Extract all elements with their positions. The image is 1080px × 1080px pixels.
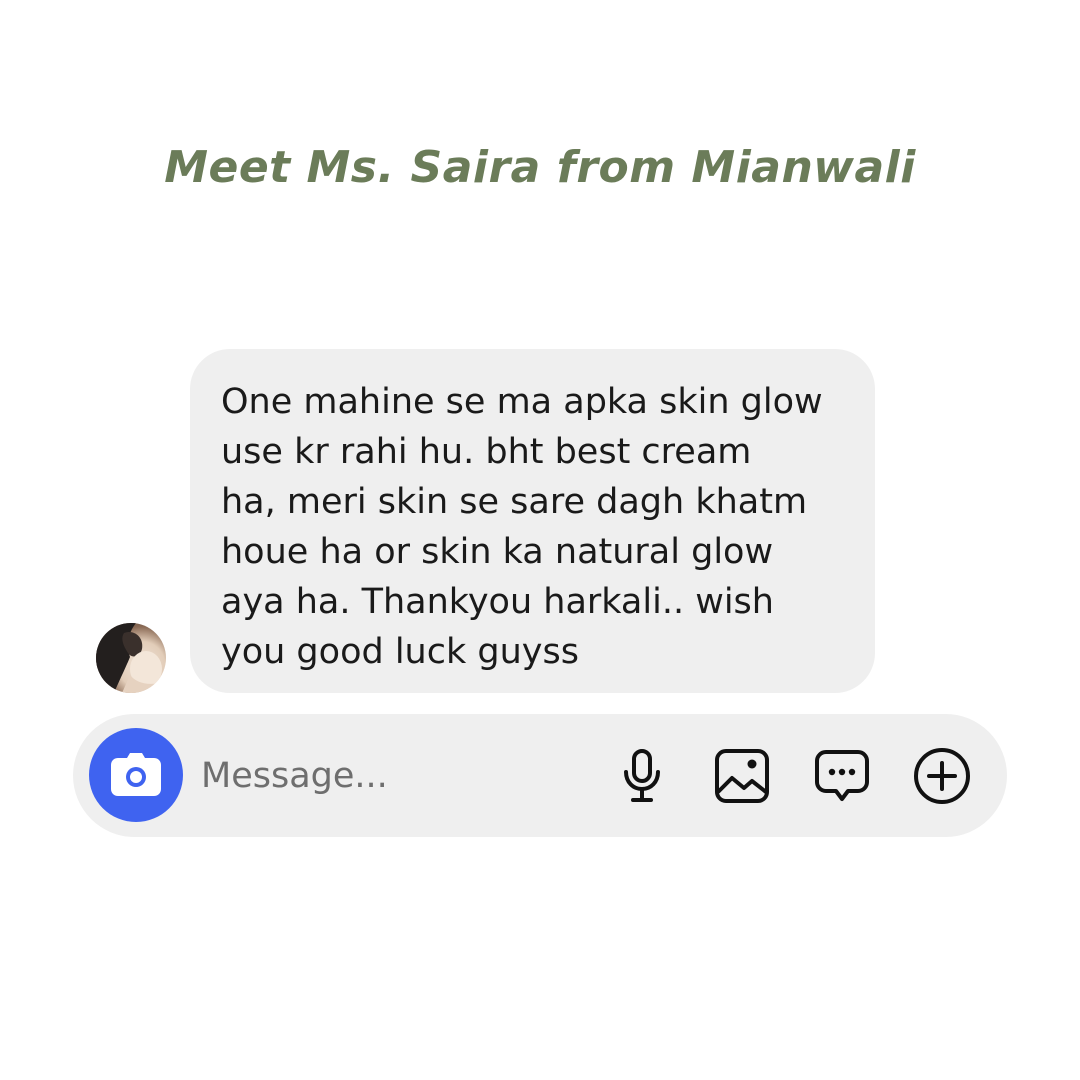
message-input[interactable] bbox=[201, 752, 601, 800]
sticker-icon bbox=[815, 750, 869, 801]
camera-icon bbox=[111, 753, 161, 796]
microphone-icon bbox=[624, 749, 660, 802]
user-avatar-icon bbox=[96, 623, 166, 693]
add-button[interactable] bbox=[911, 745, 973, 807]
avatar[interactable] bbox=[96, 623, 166, 693]
sticker-button[interactable] bbox=[811, 745, 873, 807]
camera-button[interactable] bbox=[89, 728, 183, 822]
message-bubble[interactable]: One mahine se ma apka skin glow use kr r… bbox=[190, 349, 875, 693]
gallery-icon bbox=[715, 749, 769, 803]
gallery-button[interactable] bbox=[711, 745, 773, 807]
message-composer bbox=[73, 714, 1007, 837]
page-title: Meet Ms. Saira from Mianwali bbox=[164, 142, 916, 193]
plus-circle-icon bbox=[914, 748, 970, 804]
message-text: One mahine se ma apka skin glow use kr r… bbox=[221, 382, 823, 672]
microphone-button[interactable] bbox=[611, 745, 673, 807]
